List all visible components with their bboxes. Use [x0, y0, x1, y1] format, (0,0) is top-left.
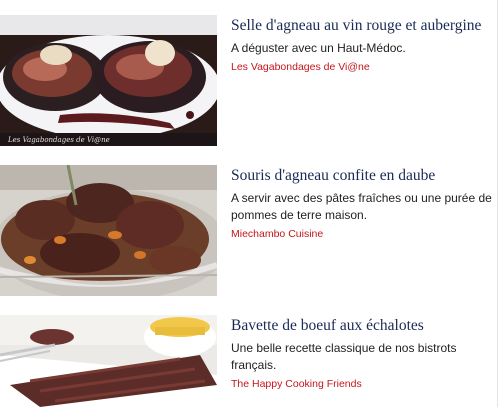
recipe-thumbnail-souris-agneau[interactable]	[0, 165, 217, 296]
recipe-thumbnail-bavette[interactable]	[0, 315, 217, 407]
recipe-title[interactable]: Souris d'agneau confite en daube	[231, 166, 493, 186]
image-watermark: Les Vagabondages de Vi@ne	[7, 136, 110, 144]
recipe-thumbnail-selle-agneau[interactable]: Les Vagabondages de Vi@ne	[0, 15, 217, 146]
recipe-description: A servir avec des pâtes fraîches ou une …	[231, 191, 492, 222]
lamb-aubergine-photo: Les Vagabondages de Vi@ne	[0, 15, 217, 146]
recipe-title[interactable]: Bavette de boeuf aux échalotes	[231, 316, 493, 336]
beef-bavette-photo	[0, 315, 217, 407]
recipe-feed: Les Vagabondages de Vi@ne Selle d'agneau…	[0, 0, 500, 407]
recipe-source-link[interactable]: Miechambo Cuisine	[231, 227, 493, 241]
recipe-description: A déguster avec un Haut-Médoc.	[231, 41, 406, 55]
recipe-text: Souris d'agneau confite en daube A servi…	[231, 166, 493, 241]
right-divider	[497, 0, 498, 407]
recipe-source-link[interactable]: The Happy Cooking Friends	[231, 377, 493, 391]
lamb-daube-photo	[0, 165, 217, 296]
recipe-description: Une belle recette classique de nos bistr…	[231, 341, 457, 372]
recipe-title[interactable]: Selle d'agneau au vin rouge et aubergine	[231, 16, 493, 36]
recipe-text: Bavette de boeuf aux échalotes Une belle…	[231, 316, 493, 391]
recipe-source-link[interactable]: Les Vagabondages de Vi@ne	[231, 60, 493, 74]
recipe-text: Selle d'agneau au vin rouge et aubergine…	[231, 16, 493, 74]
